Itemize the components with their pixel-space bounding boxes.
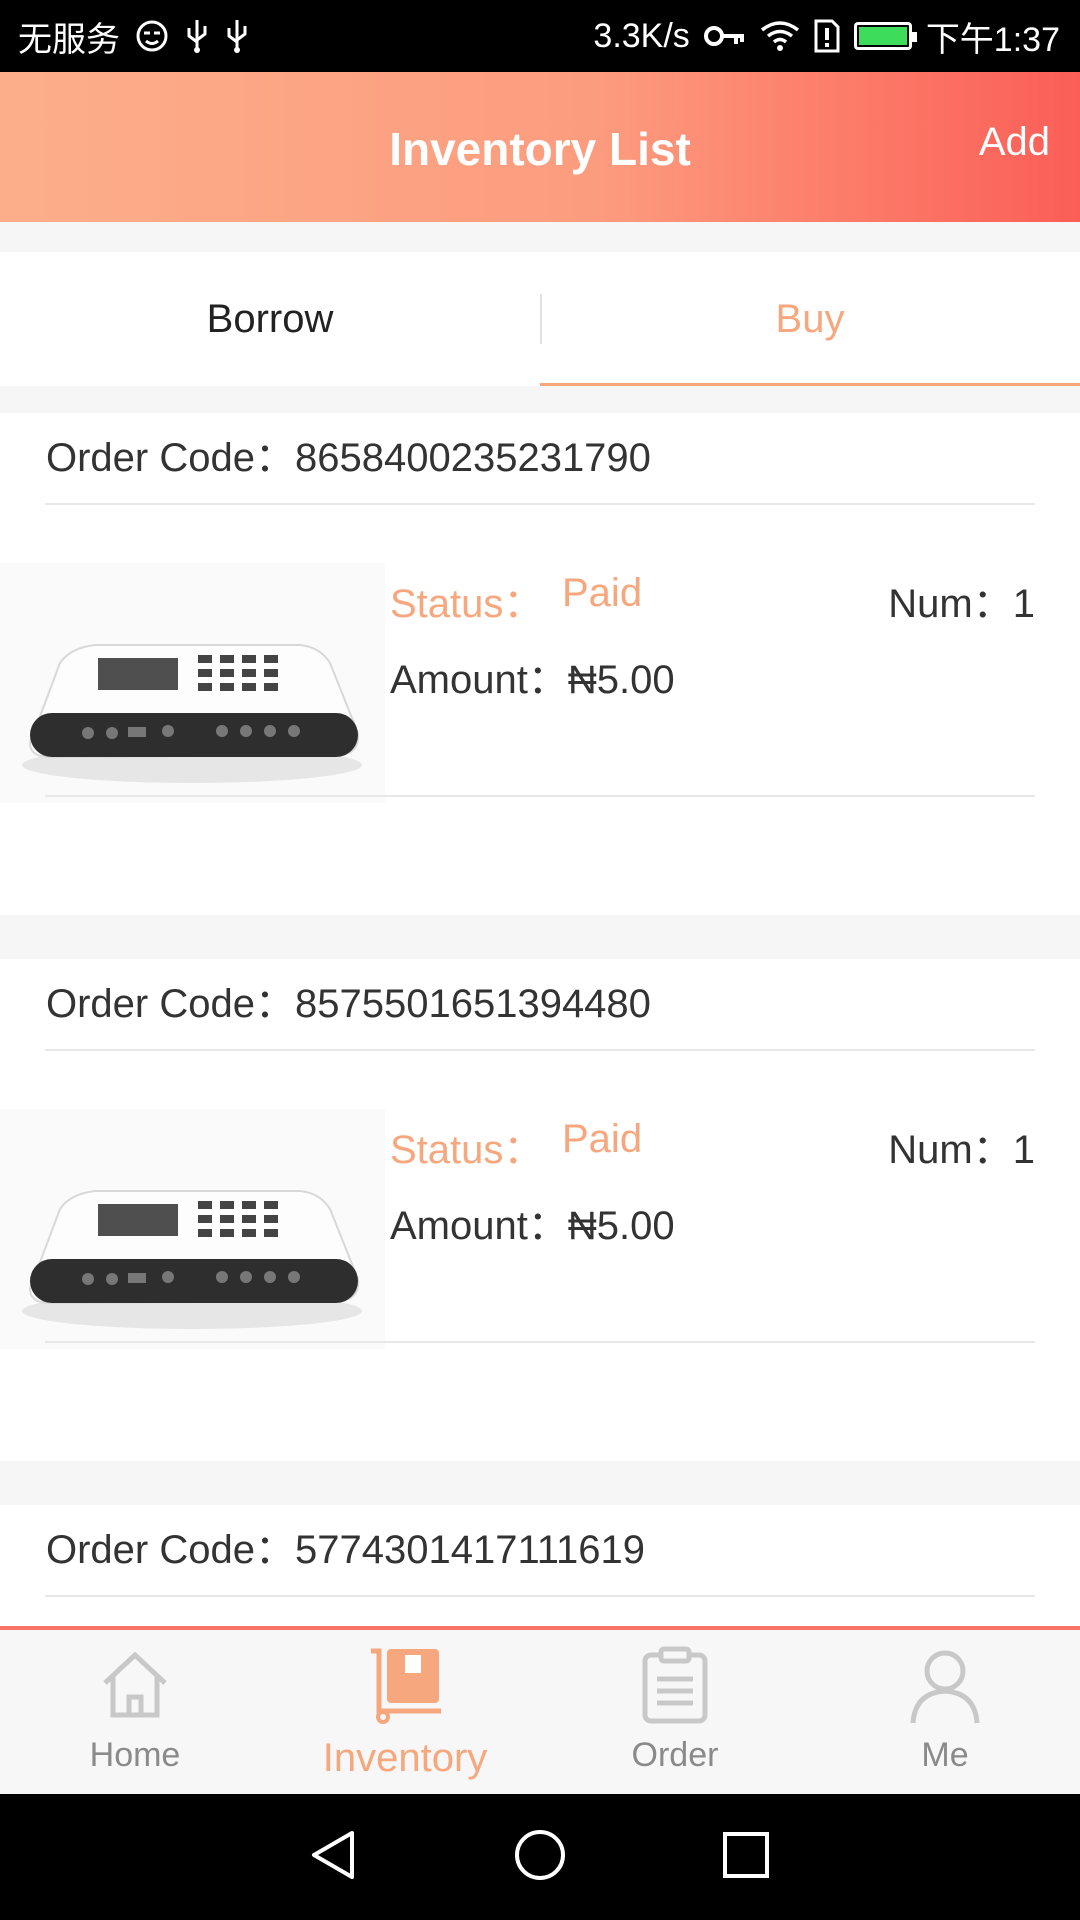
nav-order-label: Order [631,1736,719,1774]
tab-divider [540,294,542,344]
nav-home[interactable]: Home [0,1630,270,1794]
quantity: Num：1 [888,571,1035,629]
wifi-icon [760,20,800,52]
divider [45,503,1035,505]
divider [45,1341,1035,1343]
order-card[interactable]: Order Code：8658400235231790 Status： Paid… [0,413,1080,915]
nav-inventory-label: Inventory [322,1736,488,1780]
num-value: 1 [1012,1128,1035,1172]
tab-borrow[interactable]: Borrow [0,252,540,386]
order-code-value: 8575501651394480 [294,982,651,1026]
page-title: Inventory List [389,123,691,175]
usb-icon [184,18,210,54]
clipboard-icon [630,1640,720,1730]
divider [45,1595,1035,1597]
usb-icon [224,18,250,54]
system-nav-bar [0,1794,1080,1920]
order-code: Order Code：8658400235231790 [46,413,651,503]
smiley-icon [134,18,170,54]
nav-home-label: Home [89,1736,181,1774]
home-circle-icon[interactable] [512,1827,568,1888]
divider [45,795,1035,797]
status-label: Status： [390,1128,544,1172]
divider [45,1049,1035,1051]
home-icon [90,1640,180,1730]
tab-buy[interactable]: Buy [540,252,1080,386]
nav-order[interactable]: Order [540,1630,810,1794]
amount: Amount：₦5.00 [390,647,675,705]
order-code-label: Order Code： [46,982,295,1026]
back-icon[interactable] [306,1827,362,1888]
battery-icon [853,22,917,50]
key-icon [703,22,746,50]
network-speed: 3.3K/s [593,16,690,55]
status-value: Paid [562,1117,643,1161]
amount: Amount：₦5.00 [390,1193,675,1251]
clock-time: 下午1:37 [925,20,1060,59]
num-label: Num： [888,1128,1013,1172]
amount-value: ₦5.00 [567,658,675,702]
order-card[interactable]: Order Code：8575501651394480 Status： Paid… [0,959,1080,1461]
nav-me-label: Me [921,1736,969,1774]
inventory-cart-icon [360,1640,450,1730]
order-code-value: 5774301417111619 [294,1528,645,1572]
status-value: Paid [562,571,643,615]
sim-alert-icon [814,19,840,53]
amount-label: Amount： [390,1204,568,1248]
nav-me[interactable]: Me [810,1630,1080,1794]
order-code: Order Code：5774301417111619 [46,1505,645,1595]
order-code-label: Order Code： [46,436,295,480]
order-code-value: 8658400235231790 [294,436,651,480]
carrier-text: 无服务 [18,20,120,59]
person-icon [900,1640,990,1730]
num-label: Num： [888,582,1013,626]
amount-value: ₦5.00 [567,1204,675,1248]
add-button[interactable]: Add [979,120,1050,165]
status-label: Status： [390,582,544,626]
tab-bar: Borrow Buy [0,252,1080,386]
order-card[interactable]: Order Code：5774301417111619 [0,1505,1080,1626]
product-image [0,563,385,803]
product-image [0,1109,385,1349]
amount-label: Amount： [390,658,568,702]
num-value: 1 [1012,582,1035,626]
app-header: Inventory List Add [0,72,1080,222]
quantity: Num：1 [888,1117,1035,1175]
bottom-nav: Home Inventory Order Me [0,1626,1080,1794]
nav-inventory[interactable]: Inventory [270,1630,540,1794]
status-bar: 无服务 3.3K/s 下午1:37 [0,0,1080,72]
order-code-label: Order Code： [46,1528,295,1572]
recent-apps-icon[interactable] [718,1827,774,1888]
order-code: Order Code：8575501651394480 [46,959,651,1049]
